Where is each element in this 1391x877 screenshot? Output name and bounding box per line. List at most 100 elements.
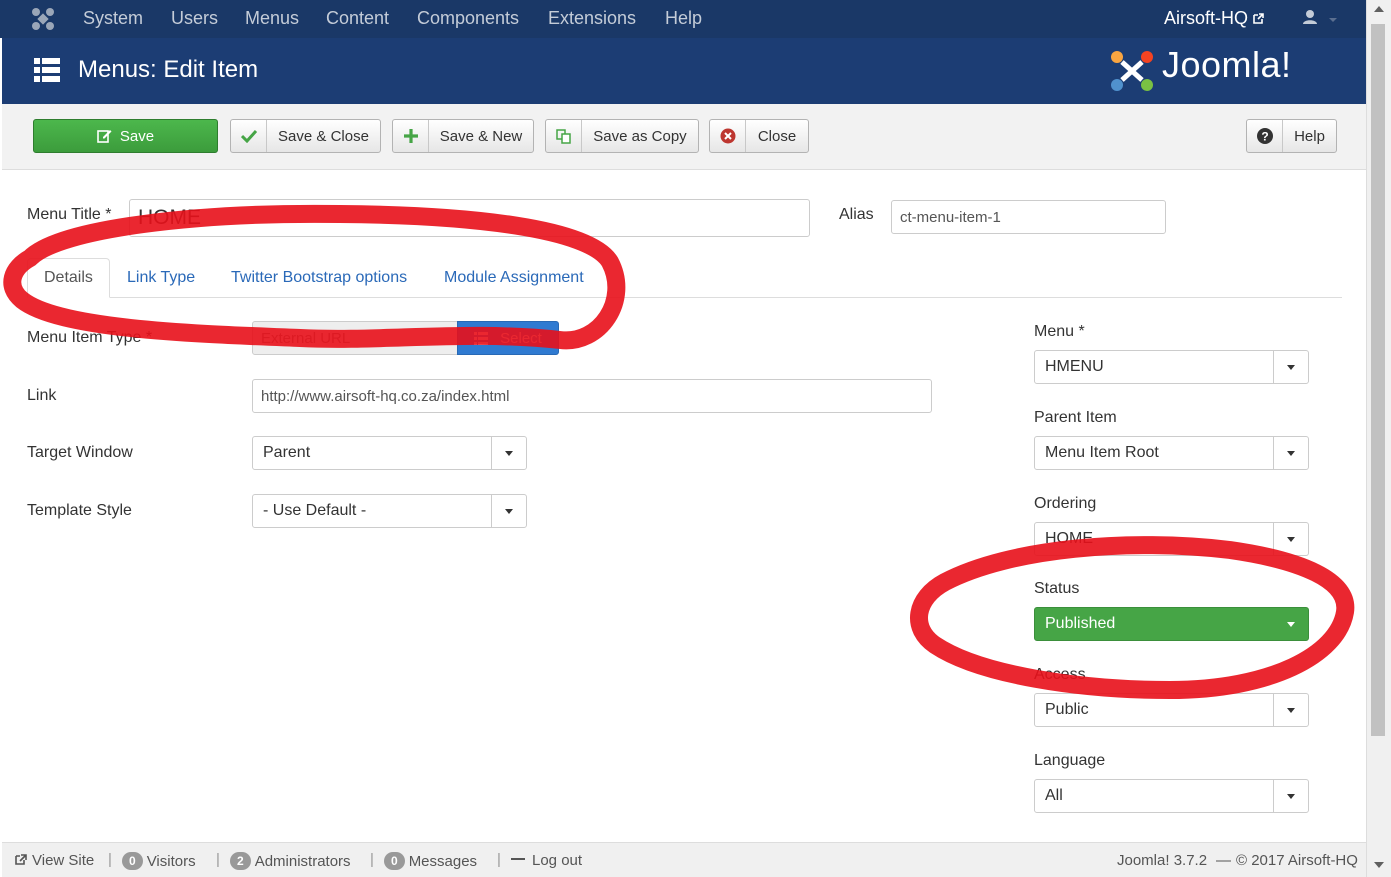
menu-title-input[interactable]: HOME [129,199,810,237]
link-input[interactable]: http://www.airsoft-hq.co.za/index.html [252,379,932,413]
ordering-value: HOME [1045,530,1093,547]
scroll-down-arrow-icon[interactable] [1374,862,1384,868]
edit-icon [97,130,112,143]
plus-icon [403,129,418,143]
chevron-down-icon [1287,793,1295,799]
scroll-thumb[interactable] [1371,24,1385,736]
status-footer: View Site | 0 Visitors | 2 Administrators … [2,842,1366,877]
save-as-copy-button[interactable]: Save as Copy [545,119,699,153]
close-button[interactable]: Close [709,119,809,153]
ordering-label: Ordering [1034,495,1097,512]
template-style-select[interactable]: - Use Default - [252,494,527,528]
save-close-button[interactable]: Save & Close [230,119,381,153]
chevron-down-icon [1286,621,1295,627]
chevron-down-icon [505,450,513,456]
logout-link[interactable]: Log out [511,852,582,869]
list-icon [34,58,60,82]
menu-item-type-label: Menu Item Type * [27,329,153,346]
menu-select[interactable]: HMENU [1034,350,1309,384]
footer-dash: — [1216,852,1231,869]
menu-title-label: Menu Title * [27,206,112,223]
tab-details[interactable]: Details [27,258,110,298]
access-label: Access [1034,666,1086,683]
save-new-label: Save & New [439,127,523,145]
language-value: All [1045,787,1063,804]
joomla-brand-logo [1111,51,1153,91]
footer-separator: | [370,851,374,868]
save-as-copy-label: Save as Copy [593,127,687,145]
administrators-stat[interactable]: 2 Administrators [230,852,351,870]
status-label: Status [1034,580,1080,597]
scroll-up-arrow-icon[interactable] [1374,6,1384,12]
language-select[interactable]: All [1034,779,1309,813]
visitors-stat[interactable]: 0 Visitors [122,852,196,870]
target-window-label: Target Window [27,444,133,461]
language-label: Language [1034,752,1106,769]
visitors-badge: 0 [122,852,143,870]
link-label: Link [27,387,57,404]
vertical-scrollbar[interactable] [1366,0,1391,877]
nav-menus[interactable]: Menus [245,8,299,29]
user-menu[interactable] [1303,9,1339,32]
status-select[interactable]: Published [1034,607,1309,641]
help-label: Help [1294,127,1325,145]
page-title: Menus: Edit Item [78,56,259,83]
messages-label: Messages [408,853,478,870]
nav-components[interactable]: Components [417,8,519,29]
alias-input[interactable]: ct-menu-item-1 [891,200,1166,234]
access-value: Public [1045,701,1089,718]
save-button[interactable]: Save [33,119,218,153]
ordering-select[interactable]: HOME [1034,522,1309,556]
check-icon [240,129,257,143]
save-new-button[interactable]: Save & New [392,119,534,153]
template-style-value: - Use Default - [263,502,367,519]
save-close-label: Save & Close [278,127,369,145]
nav-help[interactable]: Help [665,8,702,29]
nav-users[interactable]: Users [171,8,218,29]
access-select[interactable]: Public [1034,693,1309,727]
target-window-value: Parent [263,444,311,461]
external-link-icon [15,854,27,865]
parent-item-value: Menu Item Root [1045,444,1159,461]
site-link[interactable]: Airsoft-HQ [1164,8,1265,29]
save-label: Save [119,127,155,145]
joomla-logo-icon[interactable] [30,6,56,32]
question-circle-icon: ? [1256,128,1273,144]
logout-label: Log out [532,852,583,869]
view-site-link[interactable]: View Site [14,852,94,869]
parent-item-label: Parent Item [1034,409,1117,426]
nav-system[interactable]: System [83,8,143,29]
user-icon [1303,10,1337,24]
status-value: Published [1045,615,1116,632]
footer-separator: | [216,851,220,868]
tab-link-type[interactable]: Link Type [111,258,211,298]
tab-module-assignment[interactable]: Module Assignment [428,258,600,298]
select-type-button[interactable]: Select [457,321,559,355]
tab-twitter-bootstrap-options[interactable]: Twitter Bootstrap options [215,258,423,298]
version-text: Joomla! 3.7.2 [1117,852,1208,869]
copyright-text: © 2017 Airsoft-HQ [1236,852,1358,869]
help-button[interactable]: ? Help [1246,119,1337,153]
select-type-label: Select [500,329,542,347]
nav-extensions[interactable]: Extensions [548,8,636,29]
top-navbar: System Users Menus Content Components Ex… [0,0,1366,38]
nav-content[interactable]: Content [326,8,389,29]
chevron-down-icon [1287,450,1295,456]
external-link-icon [1253,13,1264,24]
joomla-brand-text: Joomla! [1162,44,1292,85]
menu-label: Menu * [1034,323,1085,340]
parent-item-select[interactable]: Menu Item Root [1034,436,1309,470]
messages-stat[interactable]: 0 Messages [384,852,477,870]
target-window-select[interactable]: Parent [252,436,527,470]
chevron-down-icon [1287,364,1295,370]
toolbar: Save Save & Close Save & New Save as Cop… [2,104,1366,170]
close-circle-icon [720,128,735,144]
visitors-label: Visitors [146,853,196,870]
footer-separator: | [497,851,501,868]
site-name: Airsoft-HQ [1164,8,1249,28]
page-header: Menus: Edit Item Joomla! [2,38,1366,104]
view-site-label: View Site [32,852,95,869]
chevron-down-icon [1287,536,1295,542]
template-style-label: Template Style [27,502,132,519]
chevron-down-icon [1287,707,1295,713]
